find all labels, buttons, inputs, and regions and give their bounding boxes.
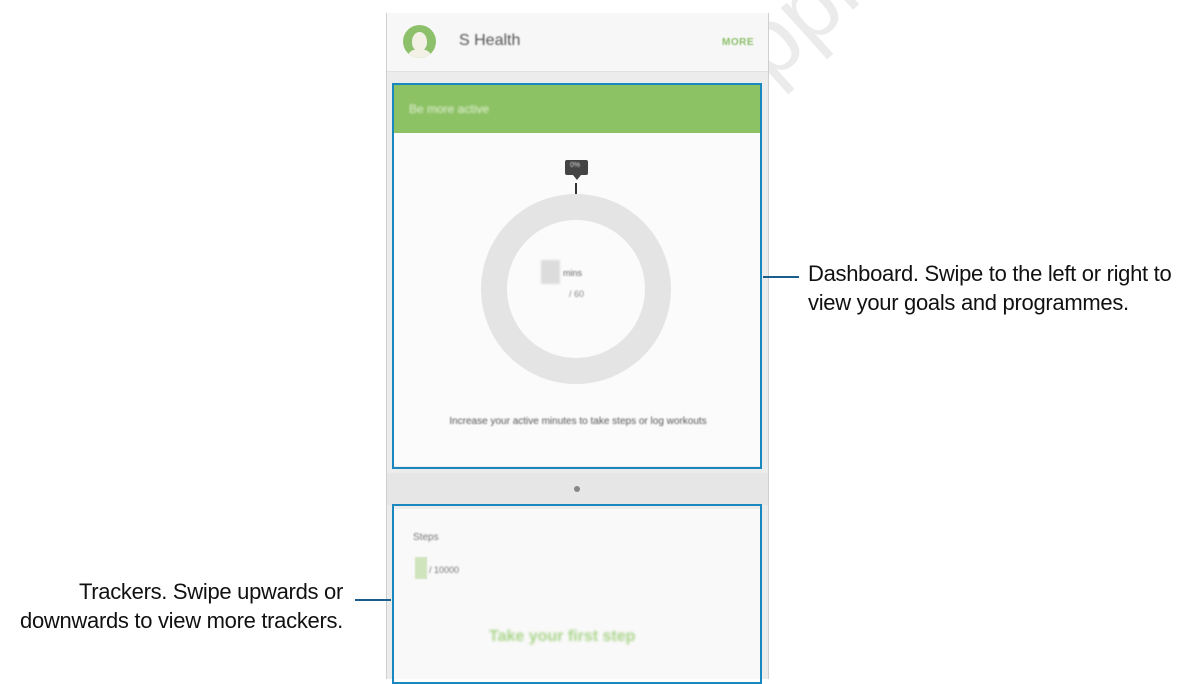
profile-avatar[interactable] [403,25,436,58]
page-dot [574,486,580,492]
dashboard-callout-line [763,276,799,278]
dashboard-highlight-frame [392,83,762,469]
dashboard-callout-text: Dashboard. Swipe to the left or right to… [808,261,1172,315]
trackers-callout-text: Trackers. Swipe upwards or downwards to … [20,579,343,633]
page-indicator [387,473,768,505]
app-title: S Health [459,32,521,49]
avatar-body-icon [408,49,431,58]
trackers-highlight-frame [392,504,762,684]
app-bar: S Health MORE [387,13,768,72]
more-button[interactable]: MORE [722,37,754,48]
trackers-callout-line [355,599,391,601]
